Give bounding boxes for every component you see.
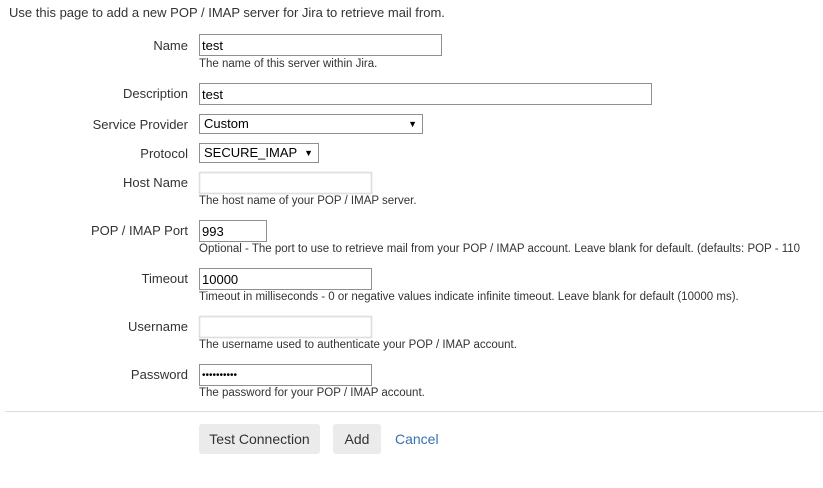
host-name-input[interactable] xyxy=(199,172,372,194)
add-button[interactable]: Add xyxy=(333,424,381,454)
timeout-input[interactable] xyxy=(199,268,372,290)
name-input[interactable] xyxy=(199,34,442,56)
test-connection-button[interactable]: Test Connection xyxy=(199,424,320,454)
chevron-down-icon: ▼ xyxy=(304,148,313,158)
username-help: The username used to authenticate your P… xyxy=(199,339,517,351)
password-help: The password for your POP / IMAP account… xyxy=(199,387,425,399)
form-divider xyxy=(5,411,823,412)
protocol-select[interactable]: SECURE_IMAP ▼ xyxy=(199,143,319,163)
description-label: Description xyxy=(122,86,188,101)
port-input[interactable] xyxy=(199,220,267,242)
protocol-label: Protocol xyxy=(140,146,188,161)
intro-text: Use this page to add a new POP / IMAP se… xyxy=(9,5,445,20)
cancel-link[interactable]: Cancel xyxy=(395,431,439,447)
username-label: Username xyxy=(128,319,188,334)
host-name-label: Host Name xyxy=(122,175,188,190)
chevron-down-icon: ▼ xyxy=(408,119,417,129)
description-input[interactable] xyxy=(199,83,652,105)
timeout-help: Timeout in milliseconds - 0 or negative … xyxy=(199,291,739,303)
password-label: Password xyxy=(130,367,188,382)
name-label: Name xyxy=(153,38,188,53)
username-input[interactable] xyxy=(199,316,372,338)
host-name-help: The host name of your POP / IMAP server. xyxy=(199,195,417,207)
port-help: Optional - The port to use to retrieve m… xyxy=(199,243,801,255)
port-label: POP / IMAP Port xyxy=(90,223,188,238)
password-input[interactable] xyxy=(199,364,372,386)
service-provider-label: Service Provider xyxy=(92,117,188,132)
name-help: The name of this server within Jira. xyxy=(199,58,378,70)
service-provider-select[interactable]: Custom ▼ xyxy=(199,114,423,134)
service-provider-value: Custom xyxy=(204,116,249,131)
protocol-value: SECURE_IMAP xyxy=(204,145,298,160)
timeout-label: Timeout xyxy=(141,271,188,286)
